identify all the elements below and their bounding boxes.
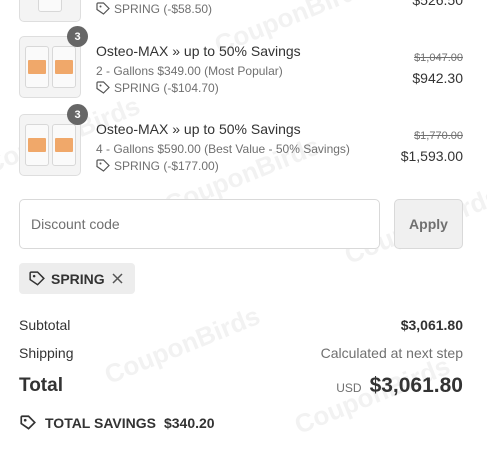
item-discount: SPRING (-$104.70)	[96, 81, 219, 95]
line-item: 3 Osteo-MAX » up to 50% Savings 4 - Gall…	[19, 104, 463, 178]
item-compare-price: $1,047.00	[414, 52, 463, 64]
tag-icon	[96, 2, 110, 15]
quantity-badge: 3	[67, 104, 88, 125]
total-amount: USD $3,061.80	[336, 374, 463, 398]
total-savings-row: TOTAL SAVINGS $340.20	[19, 413, 463, 433]
product-jug	[51, 124, 76, 166]
subtotal-label: Subtotal	[19, 317, 71, 333]
discount-code-input[interactable]	[19, 199, 380, 249]
subtotal-row: Subtotal $3,061.80	[19, 317, 463, 335]
item-discount: SPRING (-$177.00)	[96, 159, 219, 173]
applied-discount-chip: SPRING	[19, 263, 135, 294]
item-discount: SPRING (-$58.50)	[96, 2, 212, 16]
item-price: $942.30	[412, 70, 463, 86]
tag-icon	[96, 81, 110, 94]
item-compare-price: $1,770.00	[414, 130, 463, 142]
item-discount-text: SPRING (-$104.70)	[114, 81, 219, 95]
product-image	[19, 0, 81, 22]
quantity-badge: 3	[67, 26, 88, 47]
remove-discount-button[interactable]	[111, 272, 125, 286]
applied-discount-code: SPRING	[51, 270, 105, 287]
subtotal-value: $3,061.80	[400, 317, 463, 333]
product-jug	[24, 46, 49, 88]
item-title: Osteo-MAX » up to 50% Savings	[96, 43, 301, 59]
close-icon	[112, 273, 123, 284]
item-variant: 2 - Gallons $349.00 (Most Popular)	[96, 64, 283, 78]
tag-icon	[96, 159, 110, 172]
item-variant: 4 - Gallons $590.00 (Best Value - 50% Sa…	[96, 142, 350, 156]
line-item: 3 Osteo-MAX » up to 50% Savings 2 - Gall…	[19, 26, 463, 100]
item-price: $1,593.00	[400, 148, 463, 164]
savings-label: TOTAL SAVINGS	[45, 415, 156, 431]
item-discount-text: SPRING (-$177.00)	[114, 159, 219, 173]
product-jug	[38, 0, 62, 12]
product-jug	[24, 124, 49, 166]
shipping-row: Shipping Calculated at next step	[19, 345, 463, 363]
total-label: Total	[19, 375, 63, 396]
shipping-label: Shipping	[19, 345, 74, 361]
shipping-value: Calculated at next step	[320, 345, 463, 361]
product-jug	[51, 46, 76, 88]
total-value: $3,061.80	[369, 374, 463, 397]
line-item: SPRING (-$58.50) $526.50	[19, 0, 463, 22]
total-row: Total USD $3,061.80	[19, 374, 463, 402]
item-price: $526.50	[412, 0, 463, 8]
item-discount-text: SPRING (-$58.50)	[114, 2, 213, 16]
savings-value: $340.20	[163, 415, 215, 431]
tag-icon	[29, 270, 45, 286]
apply-button[interactable]: Apply	[394, 199, 463, 249]
currency-code: USD	[336, 381, 362, 395]
savings-tag-icon	[20, 415, 36, 430]
item-title: Osteo-MAX » up to 50% Savings	[96, 121, 301, 137]
